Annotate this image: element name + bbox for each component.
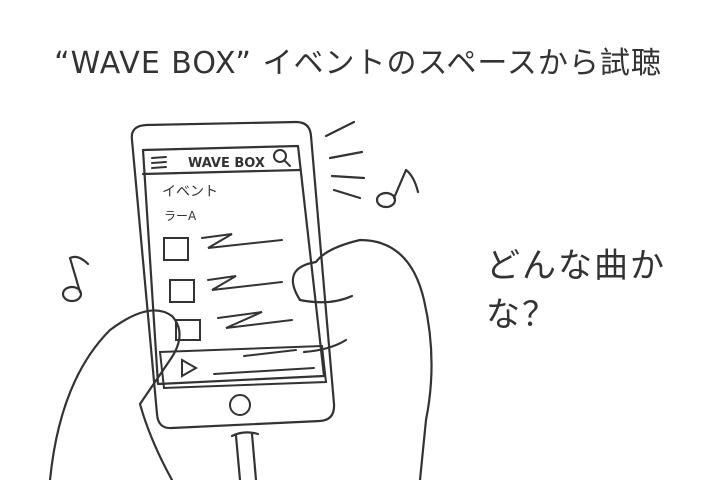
player-title-scribble: [243, 349, 297, 357]
sound-lines: [324, 120, 366, 200]
left-hand: [48, 309, 181, 480]
home-button-icon: [229, 394, 251, 416]
charging-cable: [234, 432, 258, 480]
menu-icon: [151, 156, 167, 169]
list-row: [175, 311, 293, 341]
illustration: WAVE BOX イベント ラーA: [48, 120, 433, 480]
search-icon: [273, 149, 291, 167]
app-title: WAVE BOX: [188, 156, 265, 171]
section-label: イベント: [162, 184, 218, 200]
music-note-right-icon: [375, 168, 420, 209]
music-note-left-icon: [61, 255, 90, 303]
play-icon: [181, 358, 199, 378]
list-row: [163, 233, 283, 261]
progress-bar: [213, 367, 315, 375]
subsection-label: ラーA: [164, 209, 197, 223]
list-row: [169, 275, 283, 303]
